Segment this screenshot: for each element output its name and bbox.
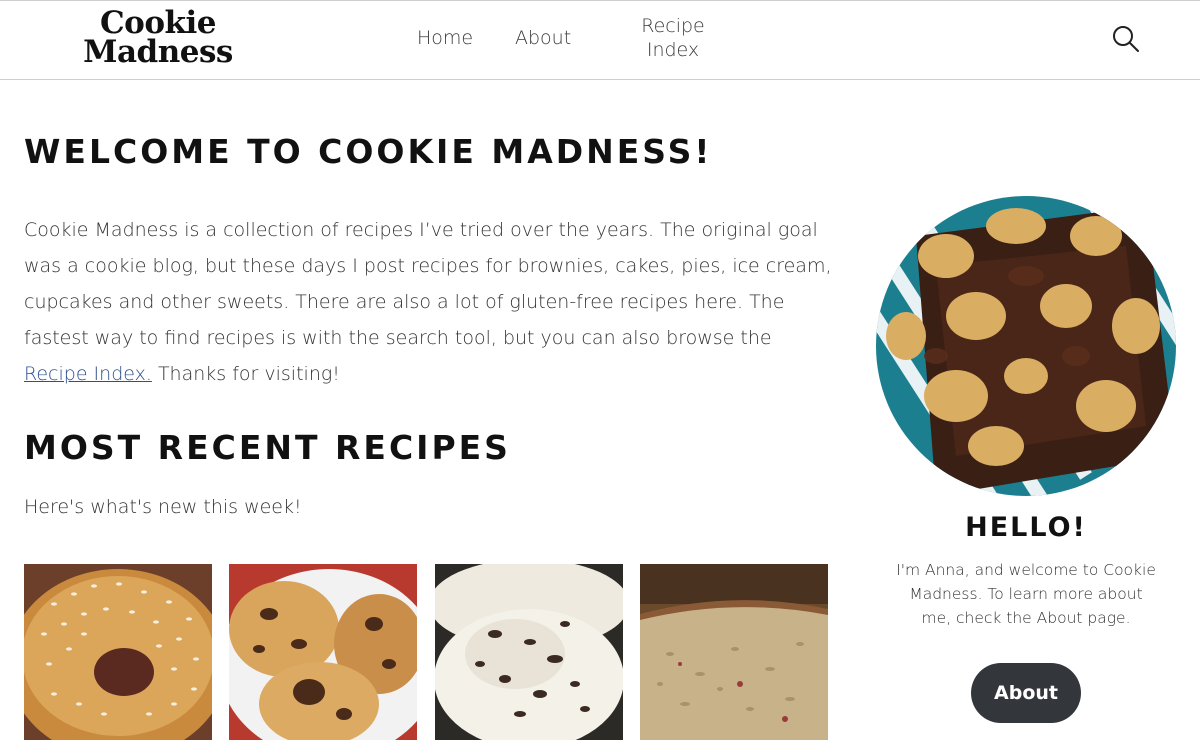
author-photo [876,196,1176,496]
recipe-thumbnail-bagel[interactable] [24,564,212,740]
recipe-thumbnail-bread[interactable] [640,564,828,740]
recipe-index-link[interactable]: Recipe Index. [24,363,152,385]
site-logo[interactable]: Cookie Madness [78,8,238,68]
search-icon[interactable] [1110,23,1142,55]
recipe-thumbnail-ice-cream[interactable] [435,564,623,740]
intro-text-end: Thanks for visiting! [151,363,340,385]
intro-paragraph: Cookie Madness is a collection of recipe… [24,212,834,392]
nav-home-link[interactable]: Home [417,26,473,50]
hello-text: I'm Anna, and welcome to Cookie Madness.… [896,561,1156,627]
nav-recipe-index-line-2[interactable]: Index [628,38,718,62]
about-button[interactable]: About [971,663,1081,723]
nav-about-link[interactable]: About [515,26,571,50]
recent-recipes-subtitle: Here's what's new this week! [24,496,302,518]
hello-title: HELLO! [965,512,1087,543]
nav-recipe-index-line-1[interactable]: Recipe [628,14,718,38]
logo-line-2[interactable]: Madness [78,37,238,68]
site-header: Cookie Madness Home About Recipe Index [0,0,1200,80]
recent-recipes-title: MOST RECENT RECIPES [24,428,511,467]
nav-recipe-index-link[interactable]: Recipe Index [628,14,718,62]
welcome-title: WELCOME TO COOKIE MADNESS! [24,132,713,171]
intro-text: Cookie Madness is a collection of recipe… [24,219,832,349]
recipe-thumbnail-cookies[interactable] [229,564,417,740]
